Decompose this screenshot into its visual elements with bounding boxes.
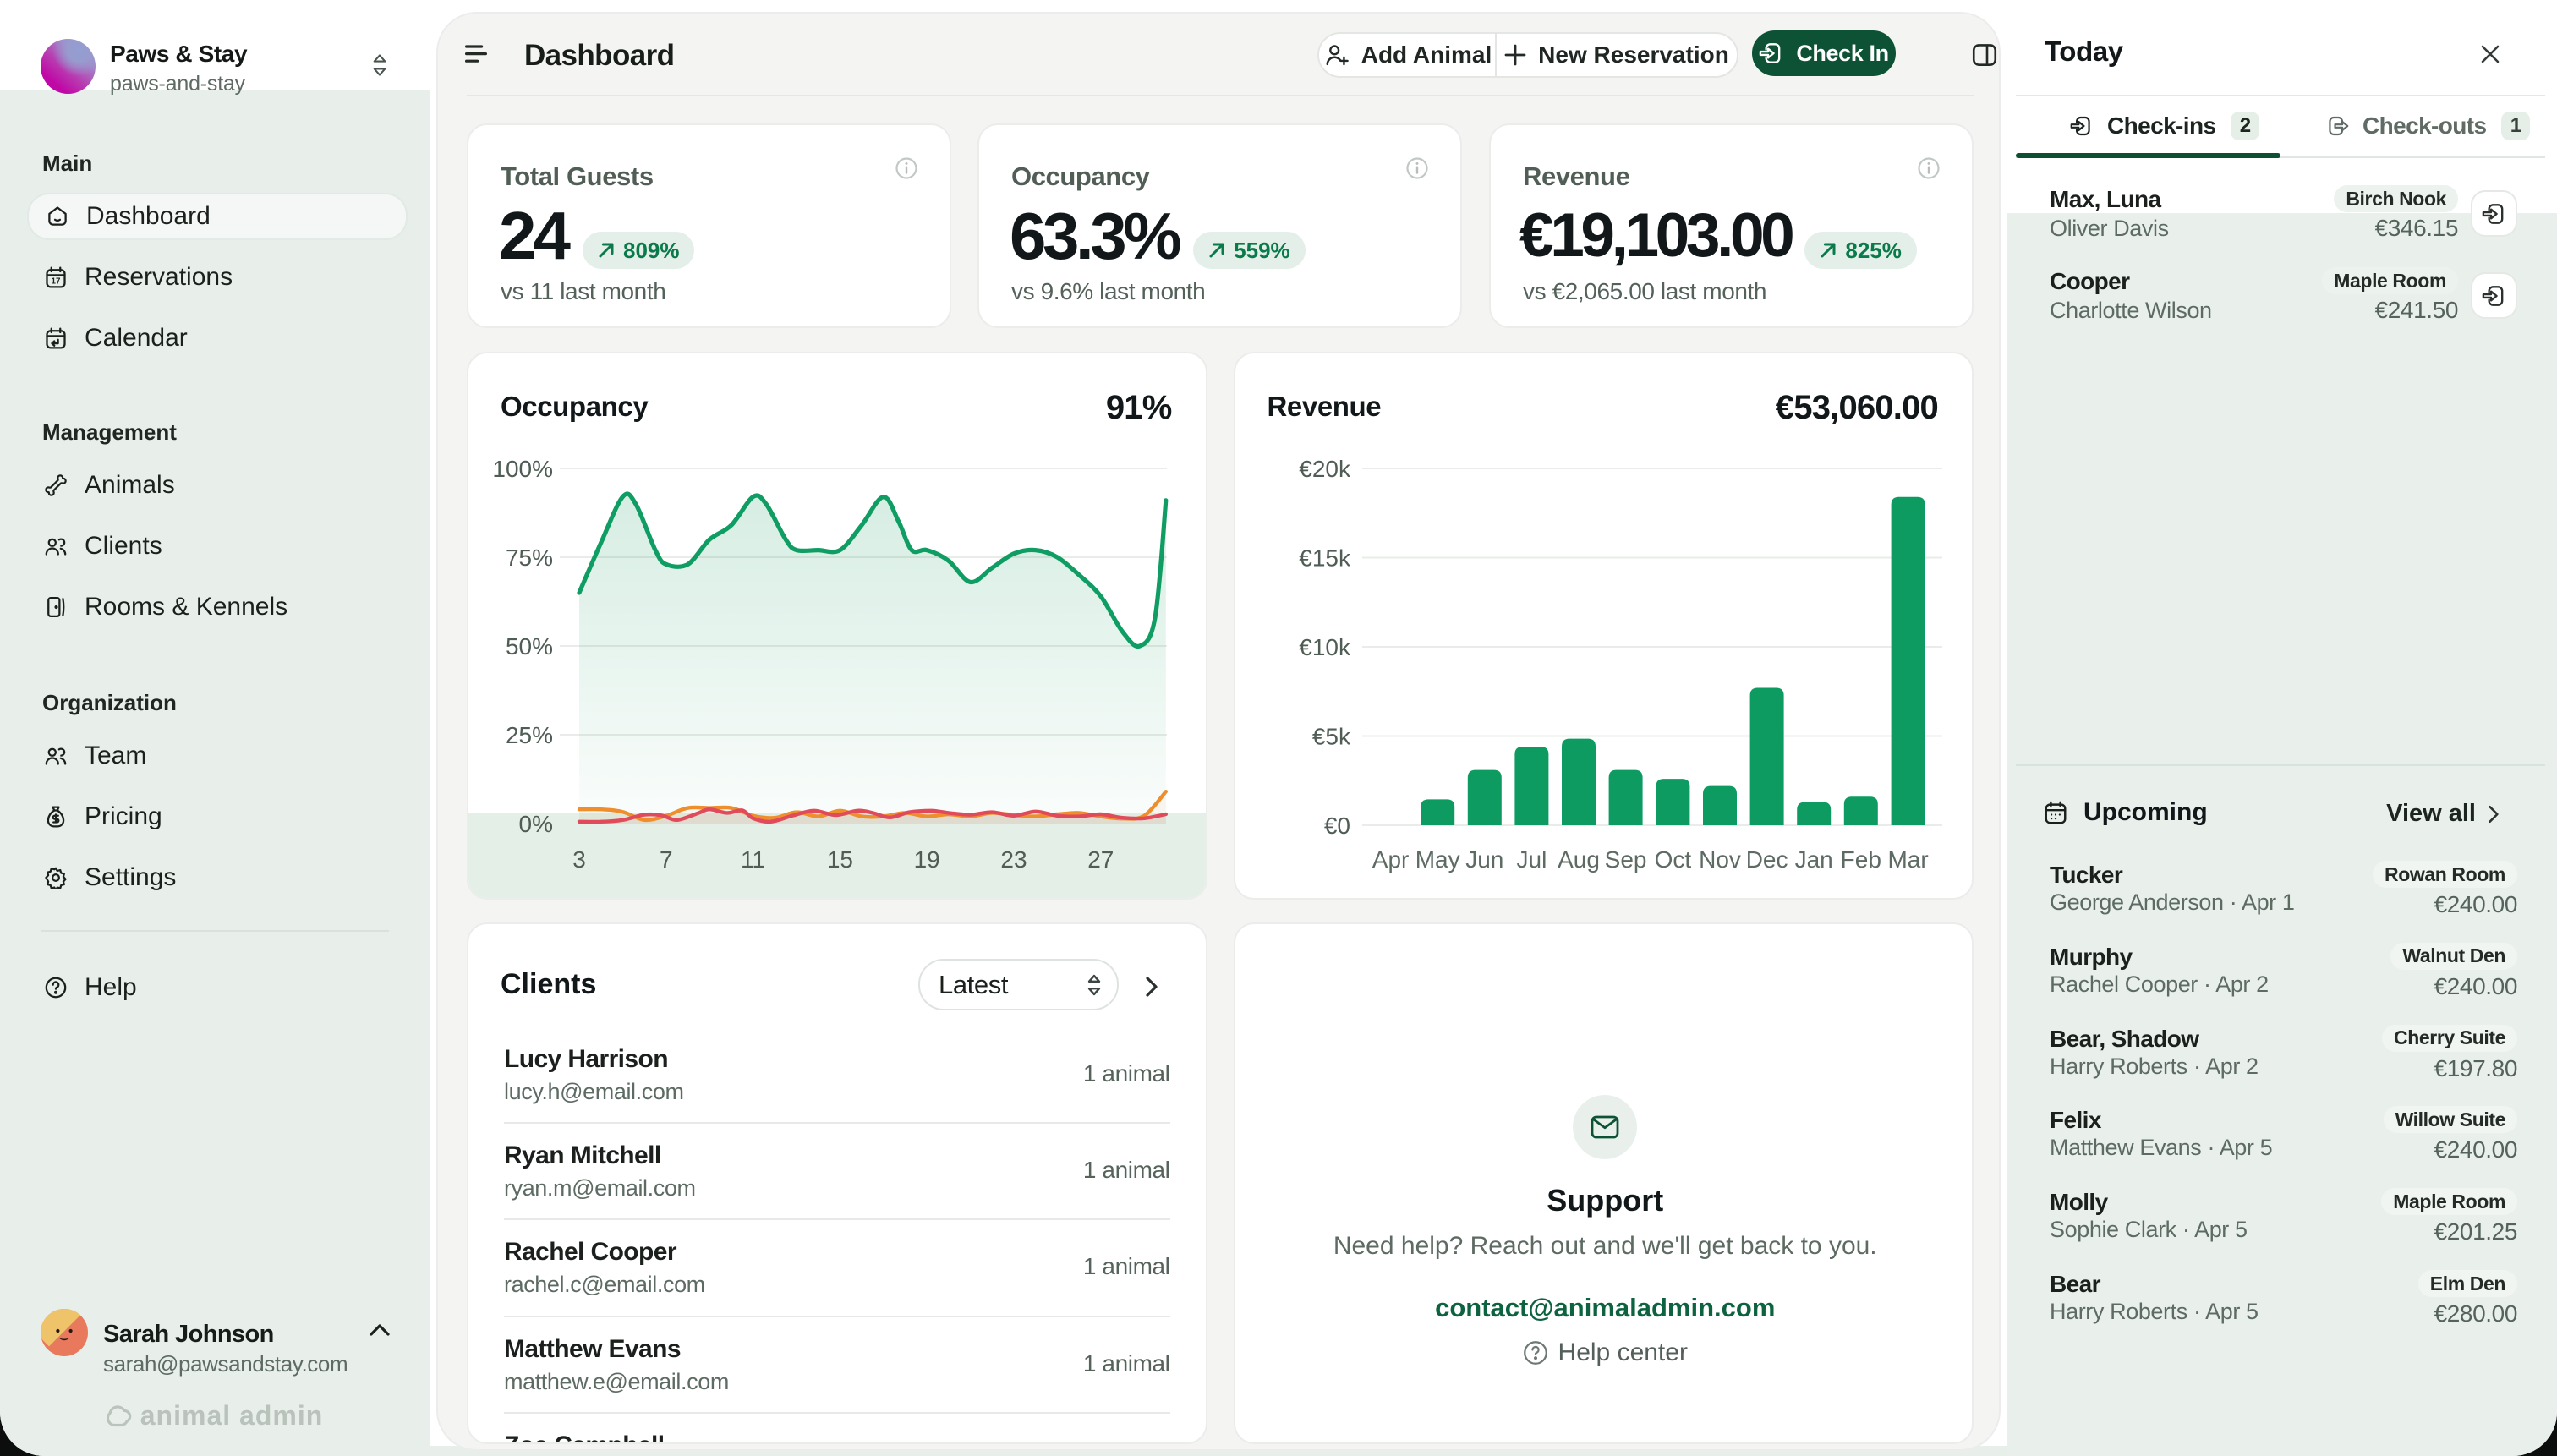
svg-text:€15k: €15k <box>1299 545 1351 572</box>
svg-text:11: 11 <box>741 846 765 873</box>
svg-text:25%: 25% <box>506 722 553 748</box>
svg-text:Oct: Oct <box>1654 846 1691 873</box>
svg-text:€20k: €20k <box>1299 456 1351 482</box>
svg-text:27: 27 <box>1087 846 1114 873</box>
svg-text:€5k: €5k <box>1311 724 1350 750</box>
svg-text:19: 19 <box>914 846 940 873</box>
svg-text:Feb: Feb <box>1840 846 1881 873</box>
svg-text:€10k: €10k <box>1299 634 1351 660</box>
svg-text:0%: 0% <box>519 811 553 837</box>
svg-text:100%: 100% <box>492 456 553 482</box>
svg-text:Jun: Jun <box>1465 846 1503 873</box>
svg-text:7: 7 <box>660 846 673 873</box>
svg-text:May: May <box>1415 846 1459 873</box>
svg-text:3: 3 <box>572 846 586 873</box>
svg-text:23: 23 <box>1000 846 1027 873</box>
svg-text:Nov: Nov <box>1699 846 1741 873</box>
svg-text:Sep: Sep <box>1604 846 1646 873</box>
svg-text:Apr: Apr <box>1372 846 1409 873</box>
svg-text:75%: 75% <box>506 545 553 571</box>
svg-text:15: 15 <box>827 846 853 873</box>
svg-text:Jul: Jul <box>1516 846 1547 873</box>
svg-text:50%: 50% <box>506 633 553 660</box>
svg-text:Dec: Dec <box>1745 846 1788 873</box>
svg-text:Jan: Jan <box>1794 846 1832 873</box>
svg-text:17: 17 <box>52 277 61 287</box>
svg-text:€0: €0 <box>1323 813 1350 839</box>
svg-text:Mar: Mar <box>1887 846 1928 873</box>
svg-text:Aug: Aug <box>1558 846 1600 873</box>
